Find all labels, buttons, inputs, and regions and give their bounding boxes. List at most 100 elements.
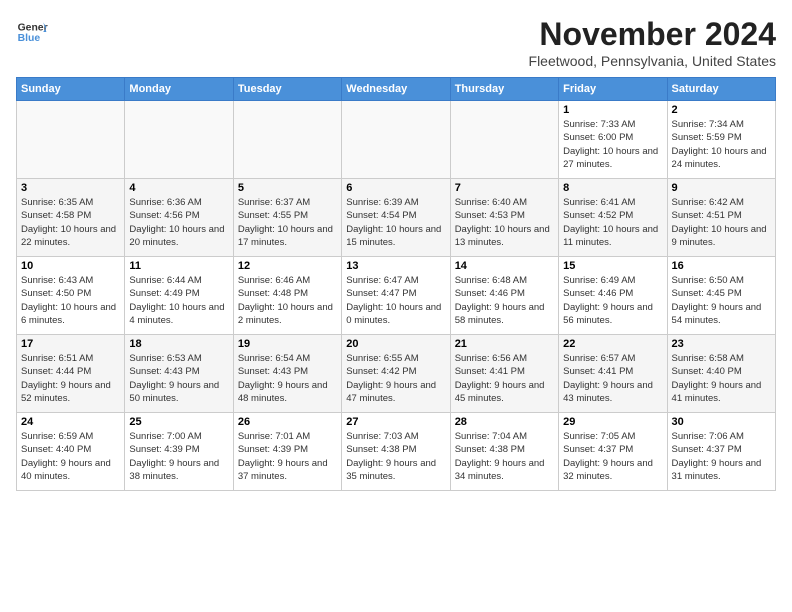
day-detail: Sunrise: 7:00 AMSunset: 4:39 PMDaylight:… [129, 430, 228, 483]
day-number: 12 [238, 260, 337, 272]
calendar-cell [233, 101, 341, 179]
calendar-cell [342, 101, 450, 179]
day-detail: Sunrise: 6:56 AMSunset: 4:41 PMDaylight:… [455, 352, 554, 405]
day-detail: Sunrise: 6:55 AMSunset: 4:42 PMDaylight:… [346, 352, 445, 405]
calendar-cell: 19 Sunrise: 6:54 AMSunset: 4:43 PMDayligh… [233, 335, 341, 413]
week-row-2: 3Sunrise: 6:35 AMSunset: 4:58 PMDaylight… [17, 179, 776, 257]
header-day-friday: Friday [559, 78, 667, 101]
week-row-5: 24 Sunrise: 6:59 AMSunset: 4:40 PMDayligh… [17, 413, 776, 491]
day-detail: Sunrise: 6:36 AMSunset: 4:56 PMDaylight:… [129, 196, 228, 249]
day-detail: Sunrise: 7:05 AMSunset: 4:37 PMDaylight:… [563, 430, 662, 483]
calendar-cell: 17Sunrise: 6:51 AMSunset: 4:44 PMDayligh… [17, 335, 125, 413]
calendar-cell: 20 Sunrise: 6:55 AMSunset: 4:42 PMDayligh… [342, 335, 450, 413]
day-number: 3 [21, 182, 120, 194]
day-number: 11 [129, 260, 228, 272]
day-number: 2 [672, 104, 771, 116]
calendar-header: SundayMondayTuesdayWednesdayThursdayFrid… [17, 78, 776, 101]
day-detail: Sunrise: 6:49 AMSunset: 4:46 PMDaylight:… [563, 274, 662, 327]
header-day-monday: Monday [125, 78, 233, 101]
header-day-sunday: Sunday [17, 78, 125, 101]
day-number: 6 [346, 182, 445, 194]
calendar-cell: 23Sunrise: 6:58 AMSunset: 4:40 PMDayligh… [667, 335, 775, 413]
calendar-cell [17, 101, 125, 179]
day-detail: Sunrise: 7:04 AMSunset: 4:38 PMDaylight:… [455, 430, 554, 483]
day-detail: Sunrise: 6:37 AMSunset: 4:55 PMDaylight:… [238, 196, 337, 249]
calendar-cell: 15 Sunrise: 6:49 AMSunset: 4:46 PMDayligh… [559, 257, 667, 335]
day-number: 27 [346, 416, 445, 428]
logo-icon: General Blue [16, 16, 48, 48]
title-block: November 2024 Fleetwood, Pennsylvania, U… [529, 16, 776, 69]
calendar-table: SundayMondayTuesdayWednesdayThursdayFrid… [16, 77, 776, 491]
calendar-cell: 12Sunrise: 6:46 AMSunset: 4:48 PMDayligh… [233, 257, 341, 335]
calendar-cell: 25 Sunrise: 7:00 AMSunset: 4:39 PMDayligh… [125, 413, 233, 491]
page-header: General Blue November 2024 Fleetwood, Pe… [16, 16, 776, 69]
calendar-cell: 28Sunrise: 7:04 AMSunset: 4:38 PMDayligh… [450, 413, 558, 491]
calendar-cell: 16 Sunrise: 6:50 AMSunset: 4:45 PMDayligh… [667, 257, 775, 335]
header-day-wednesday: Wednesday [342, 78, 450, 101]
day-number: 8 [563, 182, 662, 194]
day-detail: Sunrise: 6:57 AMSunset: 4:41 PMDaylight:… [563, 352, 662, 405]
day-number: 21 [455, 338, 554, 350]
calendar-cell: 26Sunrise: 7:01 AMSunset: 4:39 PMDayligh… [233, 413, 341, 491]
header-day-tuesday: Tuesday [233, 78, 341, 101]
calendar-cell: 4 Sunrise: 6:36 AMSunset: 4:56 PMDaylight… [125, 179, 233, 257]
calendar-cell [450, 101, 558, 179]
day-detail: Sunrise: 7:01 AMSunset: 4:39 PMDaylight:… [238, 430, 337, 483]
day-detail: Sunrise: 7:06 AMSunset: 4:37 PMDaylight:… [672, 430, 771, 483]
day-number: 14 [455, 260, 554, 272]
calendar-cell [125, 101, 233, 179]
page-subtitle: Fleetwood, Pennsylvania, United States [529, 53, 776, 69]
header-day-saturday: Saturday [667, 78, 775, 101]
day-number: 17 [21, 338, 120, 350]
day-number: 20 [346, 338, 445, 350]
day-detail: Sunrise: 6:41 AMSunset: 4:52 PMDaylight:… [563, 196, 662, 249]
calendar-cell: 24 Sunrise: 6:59 AMSunset: 4:40 PMDayligh… [17, 413, 125, 491]
week-row-4: 17Sunrise: 6:51 AMSunset: 4:44 PMDayligh… [17, 335, 776, 413]
day-number: 1 [563, 104, 662, 116]
day-number: 18 [129, 338, 228, 350]
day-detail: Sunrise: 6:53 AMSunset: 4:43 PMDaylight:… [129, 352, 228, 405]
day-number: 16 [672, 260, 771, 272]
day-number: 5 [238, 182, 337, 194]
day-number: 7 [455, 182, 554, 194]
svg-text:Blue: Blue [18, 33, 41, 44]
day-detail: Sunrise: 6:50 AMSunset: 4:45 PMDaylight:… [672, 274, 771, 327]
week-row-3: 10 Sunrise: 6:43 AMSunset: 4:50 PMDayligh… [17, 257, 776, 335]
calendar-body: 1 Sunrise: 7:33 AMSunset: 6:00 PMDaylight… [17, 101, 776, 491]
calendar-cell: 10 Sunrise: 6:43 AMSunset: 4:50 PMDayligh… [17, 257, 125, 335]
calendar-cell: 9Sunrise: 6:42 AMSunset: 4:51 PMDaylight… [667, 179, 775, 257]
calendar-cell: 5 Sunrise: 6:37 AMSunset: 4:55 PMDaylight… [233, 179, 341, 257]
week-row-1: 1 Sunrise: 7:33 AMSunset: 6:00 PMDaylight… [17, 101, 776, 179]
day-detail: Sunrise: 6:40 AMSunset: 4:53 PMDaylight:… [455, 196, 554, 249]
day-number: 22 [563, 338, 662, 350]
day-detail: Sunrise: 6:39 AMSunset: 4:54 PMDaylight:… [346, 196, 445, 249]
logo: General Blue [16, 16, 48, 48]
header-row: SundayMondayTuesdayWednesdayThursdayFrid… [17, 78, 776, 101]
calendar-cell: 2 Sunrise: 7:34 AMSunset: 5:59 PMDaylight… [667, 101, 775, 179]
day-number: 30 [672, 416, 771, 428]
day-detail: Sunrise: 7:34 AMSunset: 5:59 PMDaylight:… [672, 118, 771, 171]
calendar-cell: 8 Sunrise: 6:41 AMSunset: 4:52 PMDaylight… [559, 179, 667, 257]
day-number: 13 [346, 260, 445, 272]
day-detail: Sunrise: 6:48 AMSunset: 4:46 PMDaylight:… [455, 274, 554, 327]
calendar-cell: 7 Sunrise: 6:40 AMSunset: 4:53 PMDaylight… [450, 179, 558, 257]
day-number: 4 [129, 182, 228, 194]
day-detail: Sunrise: 6:54 AMSunset: 4:43 PMDaylight:… [238, 352, 337, 405]
calendar-cell: 29Sunrise: 7:05 AMSunset: 4:37 PMDayligh… [559, 413, 667, 491]
day-detail: Sunrise: 6:42 AMSunset: 4:51 PMDaylight:… [672, 196, 771, 249]
calendar-cell: 13 Sunrise: 6:47 AMSunset: 4:47 PMDayligh… [342, 257, 450, 335]
day-number: 23 [672, 338, 771, 350]
page-title: November 2024 [529, 16, 776, 53]
day-number: 25 [129, 416, 228, 428]
calendar-cell: 14 Sunrise: 6:48 AMSunset: 4:46 PMDayligh… [450, 257, 558, 335]
day-number: 24 [21, 416, 120, 428]
calendar-cell: 22 Sunrise: 6:57 AMSunset: 4:41 PMDayligh… [559, 335, 667, 413]
calendar-cell: 30 Sunrise: 7:06 AMSunset: 4:37 PMDayligh… [667, 413, 775, 491]
day-detail: Sunrise: 6:43 AMSunset: 4:50 PMDaylight:… [21, 274, 120, 327]
day-detail: Sunrise: 7:33 AMSunset: 6:00 PMDaylight:… [563, 118, 662, 171]
day-number: 10 [21, 260, 120, 272]
day-number: 19 [238, 338, 337, 350]
day-detail: Sunrise: 6:47 AMSunset: 4:47 PMDaylight:… [346, 274, 445, 327]
day-detail: Sunrise: 6:59 AMSunset: 4:40 PMDaylight:… [21, 430, 120, 483]
day-number: 15 [563, 260, 662, 272]
